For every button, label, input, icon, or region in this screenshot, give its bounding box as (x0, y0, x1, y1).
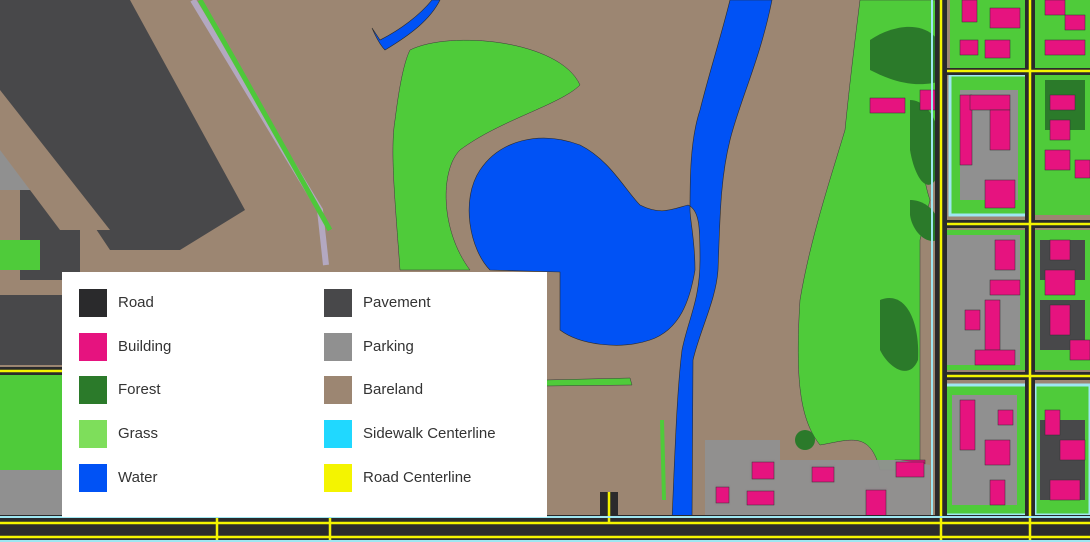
bareland-swatch (324, 376, 352, 405)
legend-label: Road Centerline (363, 468, 472, 486)
map-legend: Road Building Forest Grass Water Pavemen… (62, 272, 547, 517)
pavement-swatch (324, 289, 352, 317)
parking-swatch (324, 332, 352, 361)
legend-label: Pavement (363, 294, 431, 311)
road-swatch (79, 289, 107, 317)
legend-label: Parking (363, 337, 414, 355)
building-swatch (79, 332, 107, 361)
water-swatch (79, 463, 107, 492)
legend-label: Bareland (363, 381, 424, 399)
legend-label: Road (118, 294, 154, 311)
forest-swatch (79, 376, 107, 405)
legend-label: Sidewalk Centerline (363, 425, 496, 443)
grass-swatch (79, 420, 107, 449)
legend-label: Grass (118, 425, 159, 443)
sidewalk-centerline-swatch (324, 420, 352, 449)
legend-label: Water (118, 468, 158, 486)
legend-label: Forest (118, 381, 161, 399)
legend-label: Building (118, 337, 172, 355)
river-grass-strip (660, 419, 666, 501)
road-centerline-swatch (324, 463, 352, 492)
